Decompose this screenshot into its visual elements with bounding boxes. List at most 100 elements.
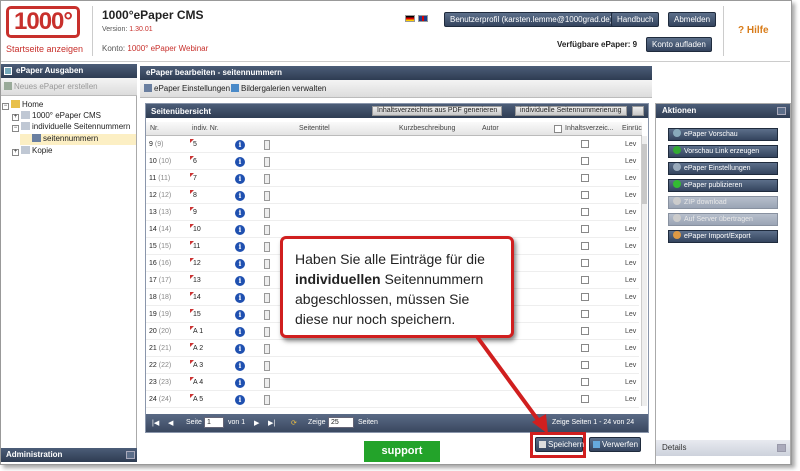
col-inhaltsverzeichnis[interactable]: Inhaltsverzeic... xyxy=(565,125,614,132)
info-icon[interactable]: i xyxy=(235,174,245,184)
info-icon[interactable]: i xyxy=(235,310,245,320)
col-einrueckung[interactable]: Einrüc xyxy=(622,125,642,132)
individual-number[interactable]: A 4 xyxy=(189,377,203,386)
german-flag-icon[interactable] xyxy=(405,15,415,22)
info-icon[interactable]: i xyxy=(235,242,245,252)
toc-checkbox[interactable] xyxy=(581,276,589,284)
expand-toggle-icon[interactable]: + xyxy=(12,114,19,121)
info-icon[interactable]: i xyxy=(235,208,245,218)
publish-button[interactable]: ePaper publizieren xyxy=(668,179,778,192)
tree-item-seitennummern[interactable]: seitennummern xyxy=(32,134,98,143)
individual-number[interactable]: A 3 xyxy=(189,360,203,369)
toc-checkbox[interactable] xyxy=(581,259,589,267)
collapse-icon[interactable] xyxy=(777,107,786,115)
home-link[interactable]: Startseite anzeigen xyxy=(6,44,83,54)
info-icon[interactable]: i xyxy=(235,378,245,388)
expand-icon[interactable] xyxy=(126,451,135,459)
administration-bar[interactable]: Administration xyxy=(0,448,137,462)
expand-toggle-icon[interactable]: + xyxy=(12,149,19,156)
epaper-settings-button[interactable]: ePaper Einstellungen xyxy=(668,162,778,175)
individual-number[interactable]: 14 xyxy=(190,292,201,301)
logo[interactable]: 1000° xyxy=(6,6,80,38)
help-link[interactable]: ? Hilfe xyxy=(738,25,769,36)
col-kurzbeschreibung[interactable]: Kurzbeschreibung xyxy=(399,125,455,132)
info-icon[interactable]: i xyxy=(235,225,245,235)
preview-link-button[interactable]: Vorschau Link erzeugen xyxy=(668,145,778,158)
individual-number[interactable]: 9 xyxy=(190,207,197,216)
expand-icon[interactable] xyxy=(777,444,786,452)
individual-number[interactable]: 10 xyxy=(190,224,201,233)
toc-checkbox[interactable] xyxy=(581,344,589,352)
table-row[interactable]: 24 (24) A 5 i Lev xyxy=(146,393,639,408)
table-row[interactable]: 22 (22) A 3 i Lev xyxy=(146,359,639,374)
first-page-icon[interactable]: |◀ xyxy=(152,419,159,427)
individual-number[interactable]: 11 xyxy=(189,241,200,250)
user-profile-button[interactable]: Benutzerprofil (karsten.lemme@1000grad.d… xyxy=(444,12,619,27)
individual-number[interactable]: 6 xyxy=(190,156,197,165)
table-row[interactable]: 13 (13) 9 i Lev xyxy=(146,206,639,221)
info-icon[interactable]: i xyxy=(235,191,245,201)
top-up-account-button[interactable]: Konto aufladen xyxy=(646,37,712,52)
toc-checkbox[interactable] xyxy=(581,225,589,233)
per-page-select[interactable]: 25 xyxy=(328,417,354,428)
toc-checkbox[interactable] xyxy=(581,174,589,182)
info-icon[interactable]: i xyxy=(235,259,245,269)
collapse-toggle-icon[interactable]: − xyxy=(2,103,9,110)
info-icon[interactable]: i xyxy=(235,276,245,286)
new-epaper-button[interactable]: Neues ePaper erstellen xyxy=(4,82,98,91)
individual-number[interactable]: A 5 xyxy=(189,394,203,403)
info-icon[interactable]: i xyxy=(235,395,245,405)
select-all-checkbox[interactable] xyxy=(554,125,562,133)
col-seitentitel[interactable]: Seitentitel xyxy=(299,125,330,132)
individual-number[interactable]: 7 xyxy=(190,173,197,182)
individual-number[interactable]: A 2 xyxy=(189,343,203,352)
table-row[interactable]: 10 (10) 6 i Lev xyxy=(146,155,639,170)
info-icon[interactable]: i xyxy=(235,140,245,150)
tree-item-cms[interactable]: +1000° ePaper CMS xyxy=(12,111,101,121)
discard-button[interactable]: Verwerfen xyxy=(589,437,641,452)
info-icon[interactable]: i xyxy=(235,327,245,337)
toc-checkbox[interactable] xyxy=(581,157,589,165)
save-button[interactable]: Speichern xyxy=(535,437,584,452)
grid-scrollbar-thumb[interactable] xyxy=(642,144,647,204)
support-button[interactable]: support xyxy=(364,441,440,462)
toc-checkbox[interactable] xyxy=(581,361,589,369)
toc-checkbox[interactable] xyxy=(581,310,589,318)
next-page-icon[interactable]: ▶ xyxy=(254,419,259,427)
col-autor[interactable]: Autor xyxy=(482,125,499,132)
tree-item-individual[interactable]: − individuelle Seitennummern xyxy=(12,122,130,132)
filter-icon[interactable] xyxy=(632,106,644,116)
logout-button[interactable]: Abmelden xyxy=(668,12,717,27)
info-icon[interactable]: i xyxy=(235,157,245,167)
generate-toc-button[interactable]: Inhaltsverzeichnis aus PDF generieren xyxy=(372,106,503,116)
individual-numbering-button[interactable]: individuelle Seitennummerierung xyxy=(515,106,627,116)
individual-number[interactable]: 8 xyxy=(190,190,197,199)
import-export-button[interactable]: ePaper Import/Export xyxy=(668,230,778,243)
toc-checkbox[interactable] xyxy=(581,242,589,250)
table-row[interactable]: 23 (23) A 4 i Lev xyxy=(146,376,639,391)
toc-checkbox[interactable] xyxy=(581,395,589,403)
tree-item-kopie[interactable]: + Kopie xyxy=(12,146,52,156)
toc-checkbox[interactable] xyxy=(581,208,589,216)
details-bar[interactable]: Details xyxy=(656,440,790,456)
info-icon[interactable]: i xyxy=(235,344,245,354)
table-row[interactable]: 12 (12) 8 i Lev xyxy=(146,189,639,204)
col-indiv-nr[interactable]: indiv. Nr. xyxy=(192,125,219,132)
gallery-link[interactable]: Bildergalerien verwalten xyxy=(231,84,326,93)
toc-checkbox[interactable] xyxy=(581,327,589,335)
individual-number[interactable]: A 1 xyxy=(189,326,203,335)
toc-checkbox[interactable] xyxy=(581,140,589,148)
refresh-icon[interactable]: ⟳ xyxy=(291,419,297,427)
info-icon[interactable]: i xyxy=(235,361,245,371)
individual-number[interactable]: 12 xyxy=(190,258,201,267)
table-row[interactable]: 9 (9) 5 i Lev xyxy=(146,138,639,153)
manual-button[interactable]: Handbuch xyxy=(611,12,660,27)
preview-button[interactable]: ePaper Vorschau xyxy=(668,128,778,141)
toc-checkbox[interactable] xyxy=(581,191,589,199)
table-row[interactable]: 21 (21) A 2 i Lev xyxy=(146,342,639,357)
individual-number[interactable]: 15 xyxy=(190,309,201,318)
col-nr[interactable]: Nr. xyxy=(150,125,159,132)
toc-checkbox[interactable] xyxy=(581,293,589,301)
prev-page-icon[interactable]: ◀ xyxy=(168,419,173,427)
last-page-icon[interactable]: ▶| xyxy=(268,419,275,427)
